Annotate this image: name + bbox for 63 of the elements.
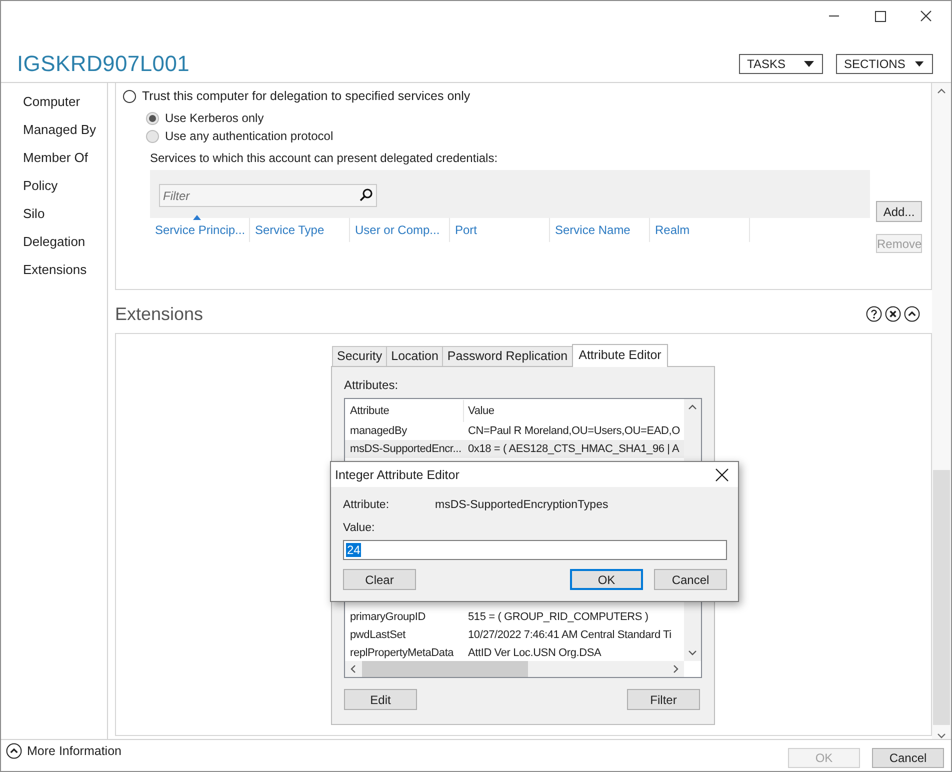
dialog-button[interactable]: Clear [343,569,416,590]
footer-button[interactable]: Cancel [872,748,944,768]
section-title: Extensions [115,304,204,325]
dialog-button[interactable]: Filter [627,689,700,710]
close-icon[interactable] [885,306,901,322]
radio-button[interactable] [146,112,159,124]
section-label: Services to which this account can present delegated credentials: [149,150,499,167]
side-button[interactable]: Add... [876,201,922,222]
tab[interactable]: Attribute Editor [572,344,668,367]
sidebar-item[interactable]: Managed By [23,122,96,150]
radio-label: Use Kerberos only [165,111,264,125]
sidebar-item[interactable]: Member Of [23,150,88,178]
dialog-button[interactable]: Cancel [654,569,727,590]
radio-label: Use any authentication protocol [165,129,334,143]
caret-icon [804,61,814,67]
dropdown-button[interactable]: TASKS [739,54,823,74]
collapse-icon[interactable] [904,306,920,322]
column-header[interactable]: Service Princip... [150,218,250,242]
radio-label: Trust this computer for delegation to specified services only [142,89,470,103]
caret-icon [915,61,924,67]
list-label: Attributes: [344,378,400,394]
scrollbar[interactable] [345,661,684,677]
field-value: msDS-SupportedEncryptionTypes [435,499,608,511]
radio-button[interactable] [123,90,136,102]
scroll-thumb[interactable] [933,470,950,725]
field-label: Value: [343,522,376,536]
list-row[interactable]: primaryGroupID 515 = ( GROUP_RID_COMPUTERS ) [345,608,684,626]
filter-field[interactable]: Filter [159,184,377,207]
expand-icon[interactable] [6,742,22,758]
column-header[interactable]: Port [450,218,550,242]
sidebar-item[interactable]: Policy [23,178,58,206]
sidebar-item[interactable]: Computer [23,94,80,122]
dialog-button[interactable]: OK [570,569,643,590]
sort-arrow-icon [193,215,201,220]
scrollbar[interactable] [932,83,951,739]
list-row[interactable]: msDS-SupportedEncr... 0x18 = ( AES128_CTS_HMAC_SHA1_96 | A [345,440,684,458]
more-information-link[interactable]: More Information [27,744,122,758]
list-row[interactable]: managedBy CN=Paul R Moreland,OU=Users,OU=EAD,O [345,422,684,440]
scroll-thumb[interactable] [362,661,528,677]
sidebar-item[interactable]: Extensions [23,262,87,290]
search-icon [359,188,373,202]
list-row[interactable]: pwdLastSet 10/27/2022 7:46:41 AM Central Standard Ti [345,626,684,644]
dropdown-button[interactable]: SECTIONS [836,54,933,74]
help-icon[interactable] [866,306,882,322]
column-header[interactable]: Value [464,400,684,422]
tab[interactable]: Location [386,346,444,366]
tab[interactable]: Security [332,346,388,366]
tab[interactable]: Password Replication [442,346,573,366]
dialog-button[interactable]: Edit [344,689,417,710]
column-header[interactable]: Attribute [345,400,464,422]
column-header[interactable]: User or Comp... [350,218,450,242]
radio-button[interactable] [146,130,159,142]
field-label: Attribute: [343,499,390,511]
sidebar-item[interactable]: Silo [23,206,45,234]
page-title: IGSKRD907L001 [17,51,190,78]
column-header[interactable]: Service Type [250,218,350,242]
close-icon[interactable] [715,468,729,482]
column-header[interactable]: Realm [650,218,750,242]
input-field[interactable]: 24 [343,540,727,560]
list-row[interactable]: replPropertyMetaData AttID Ver Loc.USN Org.DSA [345,644,684,662]
dialog-title: Integer Attribute Editor [335,468,460,482]
column-header[interactable]: Service Name [550,218,650,242]
sidebar-item[interactable]: Delegation [23,234,86,262]
